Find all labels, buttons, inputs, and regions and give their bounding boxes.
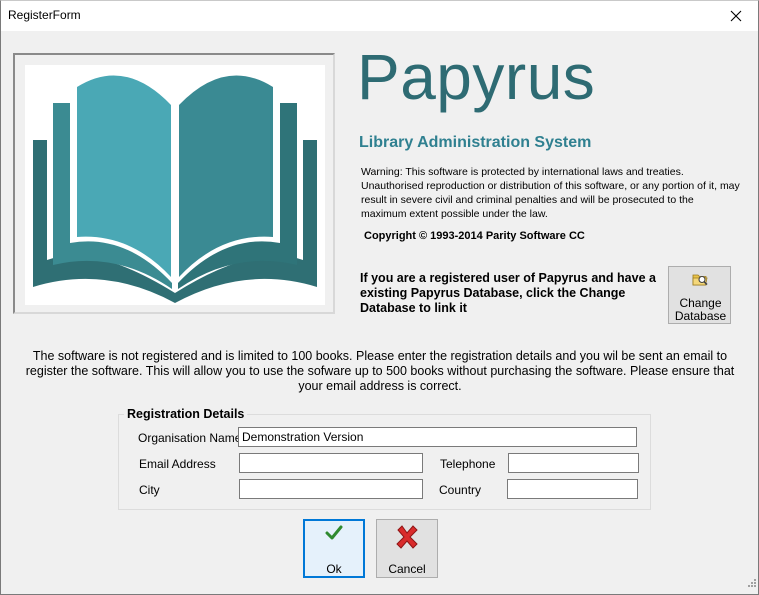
cancel-label: Cancel — [388, 562, 426, 576]
resize-grip-icon[interactable] — [747, 575, 757, 593]
title-bar: RegisterForm — [0, 0, 759, 32]
folder-search-icon — [692, 272, 709, 290]
email-label: Email Address — [139, 457, 216, 471]
ok-button[interactable]: Ok — [303, 519, 365, 578]
organisation-label: Organisation Name — [138, 431, 242, 445]
organisation-field[interactable] — [238, 427, 637, 447]
app-name: Papyrus — [357, 41, 596, 113]
window-title: RegisterForm — [8, 8, 81, 22]
telephone-label: Telephone — [440, 457, 496, 471]
telephone-field[interactable] — [508, 453, 639, 473]
close-icon[interactable] — [713, 0, 759, 31]
app-subtitle: Library Administration System — [359, 134, 592, 151]
country-field[interactable] — [507, 479, 638, 499]
registration-group-title: Registration Details — [124, 407, 248, 421]
change-database-button[interactable]: Change Database — [668, 266, 731, 324]
checkmark-icon — [305, 525, 363, 541]
registration-info: The software is not registered and is li… — [25, 349, 735, 393]
logo-frame — [13, 53, 335, 314]
cancel-button[interactable]: Cancel — [376, 519, 438, 578]
ok-label: Ok — [326, 562, 342, 576]
city-field[interactable] — [239, 479, 423, 499]
red-x-icon — [377, 524, 437, 550]
book-logo — [25, 65, 325, 305]
copyright-text: Copyright © 1993-2014 Parity Software CC — [364, 230, 585, 242]
registered-user-note: If you are a registered user of Papyrus … — [360, 271, 656, 315]
legal-warning: Warning: This software is protected by i… — [361, 166, 740, 220]
change-database-label: Change Database — [674, 296, 727, 323]
country-label: Country — [439, 483, 482, 497]
city-label: City — [139, 483, 160, 497]
email-field[interactable] — [239, 453, 423, 473]
